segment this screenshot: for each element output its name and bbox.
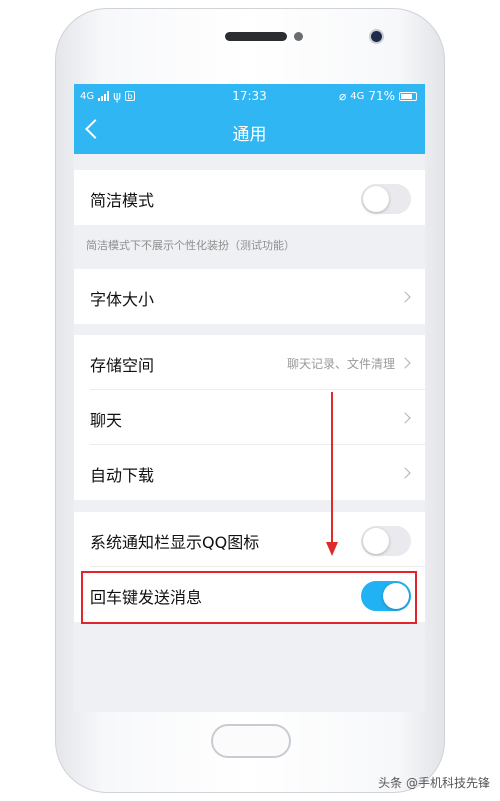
notification-icon-toggle[interactable] [361,526,411,556]
setting-label: 聊天 [90,411,123,430]
earpiece [225,32,287,41]
proximity-sensor [294,32,303,41]
setting-chat[interactable]: 聊天 [74,390,425,445]
setting-label: 字体大小 [90,290,155,309]
setting-label: 存储空间 [90,356,155,375]
setting-label: 自动下载 [90,466,155,485]
chevron-right-icon [399,467,411,479]
setting-storage[interactable]: 存储空间 聊天记录、文件清理 [74,335,425,390]
annotation-arrow-head [326,542,338,556]
alarm-off-icon: ⌀ [338,89,347,103]
annotation-highlight-box [81,571,417,624]
battery-percent: 71% [368,89,395,103]
page-title: 通用 [232,125,267,145]
simple-mode-toggle[interactable] [361,184,411,214]
setting-simple-mode[interactable]: 简洁模式 [74,170,425,225]
setting-label: 系统通知栏显示QQ图标 [90,533,260,552]
setting-notification-icon[interactable]: 系统通知栏显示QQ图标 [74,512,425,567]
toggle-knob [363,528,389,554]
toggle-knob [363,186,389,212]
setting-auto-download[interactable]: 自动下载 [74,445,425,500]
watermark: 头条 @手机科技先锋 [378,776,490,790]
nav-bar: 通用 [74,108,425,154]
battery-icon [399,91,417,101]
annotation-arrow-line [331,392,333,544]
home-button[interactable] [211,724,291,758]
chevron-right-icon [399,357,411,369]
status-right: ⌀ 4G 71% [339,89,417,103]
network-type-right: 4G [350,90,365,102]
storage-subtitle: 聊天记录、文件清理 [286,357,395,371]
chevron-right-icon [399,412,411,424]
chevron-right-icon [399,291,411,303]
status-bar: 4G ψ b 17:33 ⌀ 4G 71% [74,84,425,108]
setting-label: 简洁模式 [90,191,155,210]
setting-font-size[interactable]: 字体大小 [74,269,425,324]
simple-mode-hint: 简洁模式下不展示个性化装扮（测试功能） [86,239,295,252]
front-camera [371,31,382,42]
